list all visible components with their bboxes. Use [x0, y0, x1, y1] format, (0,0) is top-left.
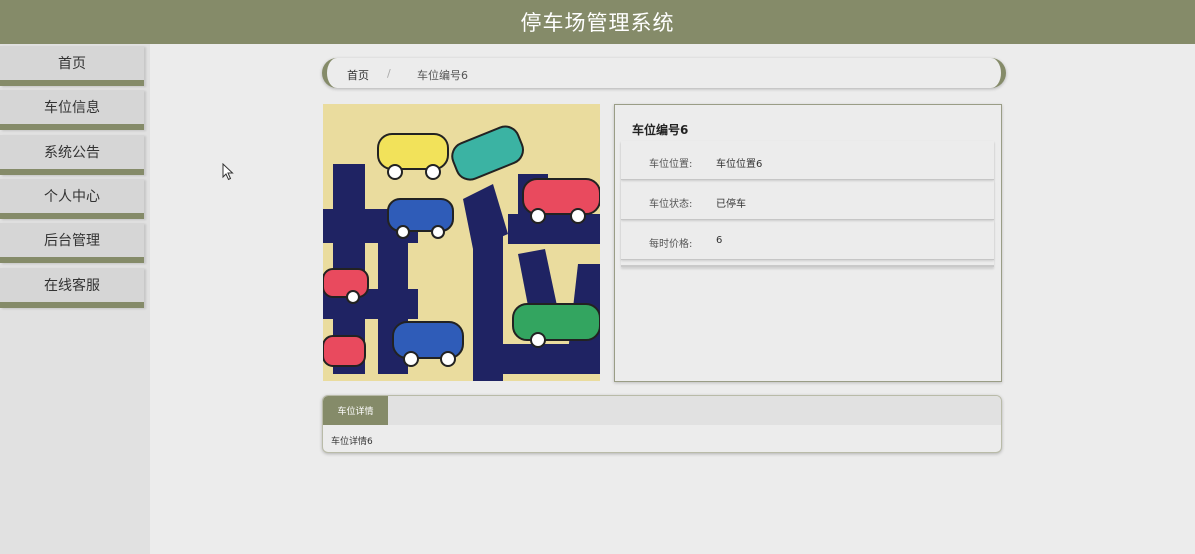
detail-row-status: 车位状态: 已停车 [621, 181, 994, 220]
tab-spot-details[interactable]: 车位详情 [323, 396, 388, 425]
sidebar-item-label: 系统公告 [44, 145, 100, 161]
sidebar-item-admin[interactable]: 后台管理 [0, 223, 144, 263]
detail-rows: 车位位置: 车位位置6 车位状态: 已停车 每时价格: 6 [621, 141, 994, 267]
detail-value: 车位位置6 [716, 159, 763, 170]
breadcrumb-home-link[interactable]: 首页 [347, 67, 369, 83]
sidebar-item-parking-info[interactable]: 车位信息 [0, 90, 144, 130]
tab-label: 车位详情 [337, 407, 374, 417]
breadcrumb-current: 车位编号6 [417, 69, 468, 82]
detail-label: 车位位置: [649, 159, 693, 170]
sidebar-item-home[interactable]: 首页 [0, 46, 144, 86]
app-title: 停车场管理系统 [520, 11, 675, 35]
sidebar-item-label: 车位信息 [44, 100, 100, 116]
sidebar: 首页 车位信息 系统公告 个人中心 后台管理 在线客服 [0, 44, 150, 554]
sidebar-item-announcements[interactable]: 系统公告 [0, 135, 144, 175]
mouse-pointer-icon [222, 162, 234, 185]
sidebar-item-label: 首页 [58, 56, 86, 72]
detail-row-price: 每时价格: 6 [621, 221, 994, 260]
tab-bar: 车位详情 [323, 396, 1001, 425]
sidebar-item-label: 后台管理 [44, 233, 100, 249]
tab-content: 车位详情6 [331, 437, 373, 447]
sidebar-item-label: 个人中心 [44, 189, 100, 205]
app-header: 停车场管理系统 [0, 0, 1195, 44]
detail-label: 车位状态: [649, 199, 693, 210]
detail-value: 6 [716, 235, 723, 246]
sidebar-item-label: 在线客服 [44, 278, 100, 294]
spot-title: 车位编号6 [632, 123, 689, 137]
detail-panel: 车位编号6 车位位置: 车位位置6 车位状态: 已停车 每时价格: 6 [614, 104, 1002, 382]
detail-row-location: 车位位置: 车位位置6 [621, 141, 994, 180]
parking-spot-image [323, 104, 600, 381]
sidebar-item-profile[interactable]: 个人中心 [0, 179, 144, 219]
breadcrumb-separator: / [387, 67, 391, 80]
sidebar-item-support[interactable]: 在线客服 [0, 268, 144, 308]
breadcrumb: 首页 / 车位编号6 [322, 58, 1006, 88]
parking-illustration [323, 104, 600, 381]
detail-label: 每时价格: [649, 239, 693, 250]
detail-value: 已停车 [716, 199, 746, 210]
detail-tabs: 车位详情 车位详情6 [322, 395, 1002, 453]
